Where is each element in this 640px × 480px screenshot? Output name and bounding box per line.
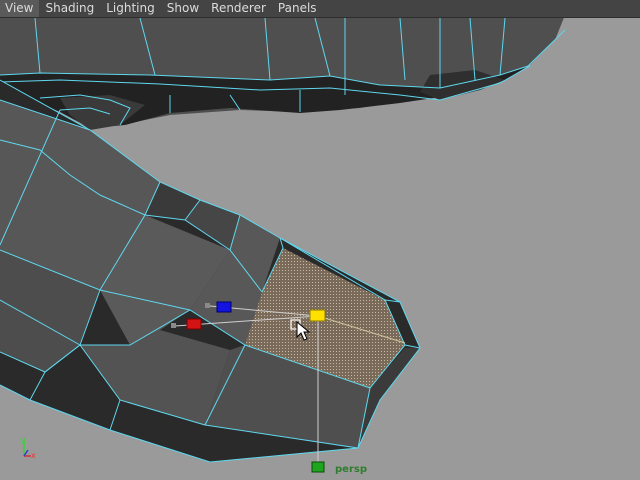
- viewport-menubar: View Shading Lighting Show Renderer Pane…: [0, 0, 640, 18]
- axis-gizmo-icon: [23, 438, 31, 457]
- menu-shading[interactable]: Shading: [39, 0, 100, 17]
- menu-view[interactable]: View: [0, 0, 40, 17]
- menu-lighting[interactable]: Lighting: [100, 0, 161, 17]
- manip-z-handle[interactable]: [216, 301, 232, 313]
- camera-name-label: persp: [335, 464, 367, 475]
- axis-y-label: y: [20, 436, 25, 445]
- menu-show[interactable]: Show: [161, 0, 205, 17]
- manip-x-handle[interactable]: [186, 318, 202, 330]
- 3d-viewport[interactable]: View Shading Lighting Show Renderer Pane…: [0, 0, 640, 480]
- axis-x-label: x: [31, 451, 36, 460]
- manip-center-handle[interactable]: [309, 309, 326, 322]
- scene-canvas[interactable]: [0, 0, 640, 480]
- main-mesh[interactable]: [0, 79, 421, 463]
- upper-mesh[interactable]: [0, 15, 566, 130]
- menu-panels[interactable]: Panels: [272, 0, 323, 17]
- manip-y-handle[interactable]: [311, 461, 325, 473]
- menu-renderer[interactable]: Renderer: [205, 0, 272, 17]
